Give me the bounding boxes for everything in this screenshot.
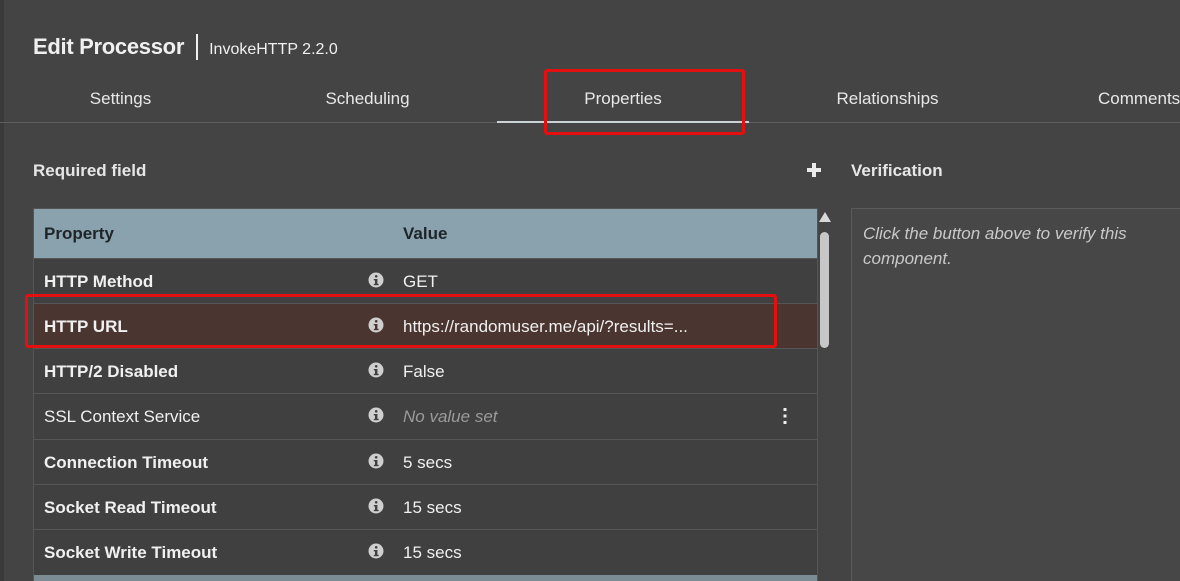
column-header-property: Property [44,224,114,243]
next-row-partial [34,575,817,581]
tab-settings[interactable]: Settings [33,76,208,122]
tab-relationships[interactable]: Relationships [790,76,985,122]
edit-processor-dialog: Edit Processor InvokeHTTP 2.2.0 Settings… [0,0,1180,581]
scroll-up-arrow-icon[interactable] [819,212,831,222]
processor-type: InvokeHTTP 2.2.0 [209,41,338,58]
table-row[interactable]: HTTP Method GET [34,258,817,304]
property-name: Socket Read Timeout [44,498,217,517]
property-value[interactable]: 15 secs [403,543,462,563]
verification-label: Verification [851,161,943,180]
table-row[interactable]: Socket Read Timeout 15 secs [34,484,817,530]
tab-bar: Settings Scheduling Properties Relations… [0,76,1180,123]
property-value[interactable]: 15 secs [403,498,462,518]
info-icon[interactable] [368,407,384,423]
table-row[interactable]: Socket Write Timeout 15 secs [34,529,817,576]
property-name: HTTP URL [44,317,128,336]
info-icon[interactable] [368,453,384,469]
scrollbar-thumb[interactable] [820,232,829,348]
add-property-button[interactable] [804,158,824,182]
table-scrollbar[interactable] [818,210,831,581]
property-value[interactable]: GET [403,272,438,292]
properties-table: Property Value HTTP Method GET HTTP URL [33,208,818,581]
tab-comments[interactable]: Comments [1098,76,1180,122]
info-icon[interactable] [368,543,384,559]
required-field-label: Required field [33,161,147,180]
verification-panel: Click the button above to verify this co… [851,208,1180,581]
more-options-icon[interactable] [779,406,791,426]
table-row[interactable]: Connection Timeout 5 secs [34,439,817,485]
plus-icon [807,163,821,177]
table-row[interactable]: HTTP/2 Disabled False [34,348,817,394]
property-value[interactable]: https://randomuser.me/api/?results=... [403,317,688,337]
dialog-header: Edit Processor InvokeHTTP 2.2.0 [33,34,338,60]
info-icon[interactable] [368,362,384,378]
info-icon[interactable] [368,498,384,514]
column-header-value: Value [403,224,448,243]
table-row[interactable]: SSL Context Service No value set [34,393,817,440]
property-value[interactable]: False [403,362,445,382]
table-header: Property Value [34,209,817,258]
property-name: HTTP/2 Disabled [44,362,179,381]
verification-message: Click the button above to verify this co… [863,224,1127,268]
table-row-selected[interactable]: HTTP URL https://randomuser.me/api/?resu… [34,303,817,349]
property-value[interactable]: 5 secs [403,453,452,473]
tab-scheduling[interactable]: Scheduling [280,76,455,122]
title-separator [196,34,199,60]
property-name: SSL Context Service [44,407,201,426]
property-value-empty[interactable]: No value set [403,407,498,427]
property-name: HTTP Method [44,272,154,291]
dialog-title: Edit Processor [33,34,185,59]
info-icon[interactable] [368,317,384,333]
property-name: Socket Write Timeout [44,543,218,562]
tab-properties[interactable]: Properties [497,76,749,123]
property-name: Connection Timeout [44,453,209,472]
info-icon[interactable] [368,272,384,288]
